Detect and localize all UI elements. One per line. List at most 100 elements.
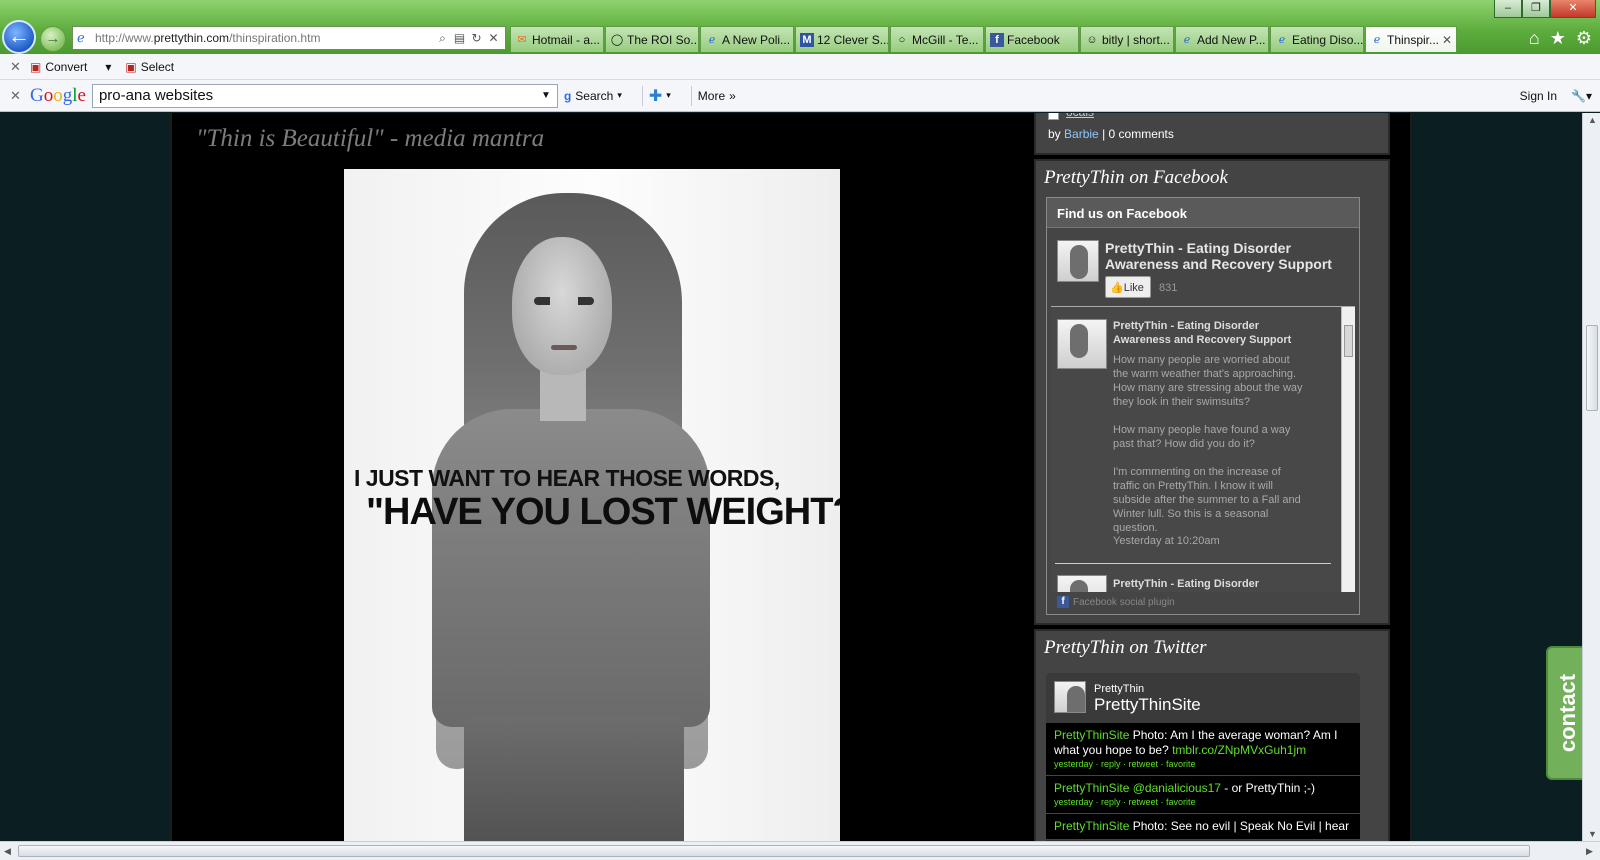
more-button[interactable]: More» (698, 89, 736, 103)
tab-label: Thinspir... (1387, 32, 1440, 47)
chevron-down-icon[interactable]: ▼ (541, 90, 551, 101)
hotmail-icon: ✉ (517, 33, 527, 46)
wrench-icon[interactable]: 🔧▾ (1571, 89, 1592, 103)
facebook-page-name[interactable]: PrettyThin - Eating Disorder Awareness a… (1105, 240, 1355, 272)
tab-1[interactable]: ◯ The ROI So... (605, 26, 699, 52)
facebook-like-box: Find us on Facebook PrettyThin - Eating … (1046, 197, 1360, 615)
tab-6[interactable]: ☺ bitly | short... (1080, 26, 1174, 52)
scroll-down-icon[interactable]: ▼ (1588, 829, 1597, 839)
image-quote-line: "HAVE YOU LOST WEIGHT?" (366, 491, 840, 533)
tweet-mention[interactable]: @danialicious17 (1133, 781, 1221, 795)
scrollbar-thumb[interactable] (18, 845, 1530, 857)
tweet-actions[interactable]: yesterday · reply · retweet · favorite (1054, 796, 1352, 808)
tab-7[interactable]: ℯ Add New P... (1175, 26, 1269, 52)
find-us-header[interactable]: Find us on Facebook (1047, 198, 1359, 228)
ie-icon: ℯ (708, 33, 716, 46)
gear-icon[interactable]: ⚙ (1576, 28, 1592, 49)
address-url[interactable]: http://www.prettythin.com/thinspiration.… (95, 31, 433, 45)
tab-2[interactable]: ℯ A New Poli... (700, 26, 794, 52)
search-dropdown-icon[interactable]: ⌕ (435, 31, 450, 46)
close-window-button[interactable]: ✕ (1550, 0, 1596, 18)
home-icon[interactable]: ⌂ (1529, 28, 1540, 49)
post-link[interactable]: ocais (1066, 113, 1094, 119)
contact-tab[interactable]: contact (1546, 646, 1582, 780)
like-button[interactable]: 👍Like (1105, 276, 1151, 298)
post-author[interactable]: PrettyThin - Eating Disorder (1113, 577, 1313, 591)
author-link[interactable]: Barbie (1064, 127, 1099, 141)
double-chevron-icon: » (729, 88, 736, 103)
scrollbar-thumb[interactable] (1344, 325, 1353, 357)
tab-0[interactable]: ✉ Hotmail - a... (510, 26, 604, 52)
google-toolbar: ✕ Google pro-ana websites ▼ g Search ▾ ✚ ▾ … (0, 80, 1600, 112)
google-logo[interactable]: Google (30, 85, 86, 107)
m-icon: M (800, 32, 814, 47)
post-timestamp[interactable]: Yesterday at 10:20am (1113, 535, 1220, 547)
tab-8[interactable]: ℯ Eating Diso... (1270, 26, 1364, 52)
post-author[interactable]: PrettyThin - Eating Disorder Awareness a… (1113, 319, 1313, 347)
tab-strip: ✉ Hotmail - a... ◯ The ROI So... ℯ A New Poli… (510, 26, 1458, 52)
share-button[interactable]: ✚ ▾ (649, 86, 671, 106)
thumbs-up-icon: 👍 (1110, 282, 1124, 294)
sign-in-button[interactable]: Sign In (1520, 89, 1557, 103)
scroll-up-icon[interactable]: ▲ (1588, 115, 1597, 125)
comments-link[interactable]: 0 comments (1109, 127, 1174, 141)
google-search-input[interactable]: pro-ana websites ▼ (91, 83, 558, 108)
address-bar[interactable]: ℯ http://www.prettythin.com/thinspiratio… (72, 26, 506, 50)
facebook-feed[interactable]: PrettyThin - Eating Disorder Awareness a… (1051, 306, 1355, 592)
globe-icon: ◯ (610, 33, 624, 46)
tab-label: 12 Clever S... (817, 32, 889, 47)
convert-button[interactable]: ▣ Convert ▾ (30, 60, 111, 74)
tweet-user[interactable]: PrettyThinSite (1054, 819, 1129, 833)
figure-face (512, 237, 612, 375)
figure-mouth (551, 345, 577, 350)
twitter-name[interactable]: PrettyThin (1094, 683, 1144, 695)
page-avatar[interactable] (1057, 240, 1099, 282)
tweet-link[interactable]: tmblr.co/ZNpMVxGuh1jm (1172, 743, 1306, 757)
chevron-down-icon[interactable]: ▾ (105, 60, 111, 74)
twitter-widget: PrettyThin on Twitter PrettyThin PrettyT… (1034, 629, 1390, 841)
close-tab-icon[interactable]: ✕ (1442, 33, 1452, 47)
horizontal-scrollbar[interactable]: ◀ ▶ (0, 841, 1600, 860)
tab-label: McGill - Te... (912, 32, 979, 47)
tab-3[interactable]: M 12 Clever S... (795, 26, 889, 52)
close-toolbar-icon[interactable]: ✕ (10, 59, 30, 75)
google-search-icon: g (563, 88, 572, 103)
sidebar: ocais by Barbie | 0 comments PrettyThin … (1034, 113, 1390, 841)
stop-icon[interactable]: ✕ (486, 31, 501, 45)
compatibility-view-icon[interactable]: ▤ (452, 31, 467, 45)
refresh-icon[interactable]: ↻ (469, 31, 484, 45)
figure-jeans (464, 717, 684, 841)
post-avatar[interactable] (1057, 575, 1107, 592)
scroll-left-icon[interactable]: ◀ (4, 846, 11, 857)
twitter-handle[interactable]: PrettyThinSite (1094, 695, 1201, 715)
tweet: PrettyThinSite Photo: Am I the average w… (1046, 723, 1360, 776)
vertical-scrollbar[interactable]: ▲ ▼ (1582, 113, 1600, 841)
feed-divider (1055, 563, 1331, 564)
tab-label: Facebook (1007, 32, 1060, 47)
twitter-avatar[interactable] (1054, 681, 1086, 713)
restore-button[interactable]: ❐ (1522, 0, 1550, 18)
select-button[interactable]: ▣ Select (125, 60, 174, 74)
tweet-user[interactable]: PrettyThinSite (1054, 728, 1129, 742)
checkbox-icon[interactable] (1048, 113, 1059, 120)
favorites-star-icon[interactable]: ★ (1550, 28, 1566, 49)
tab-label: Eating Diso... (1292, 32, 1364, 47)
minimize-button[interactable]: ‒ (1494, 0, 1522, 18)
back-button[interactable]: ← (2, 20, 36, 54)
tab-4[interactable]: ○ McGill - Te... (890, 26, 984, 52)
tab-5[interactable]: f Facebook (985, 26, 1079, 52)
twitter-widget-title: PrettyThin on Twitter (1044, 637, 1207, 658)
scroll-right-icon[interactable]: ▶ (1586, 846, 1593, 857)
feed-scrollbar[interactable] (1341, 307, 1355, 592)
scrollbar-thumb[interactable] (1586, 325, 1598, 411)
forward-button[interactable]: → (40, 26, 66, 52)
tweet-user[interactable]: PrettyThinSite (1054, 781, 1129, 795)
post-avatar[interactable] (1057, 319, 1107, 369)
tab-9[interactable]: ℯ Thinspir... ✕ (1365, 26, 1457, 52)
tweet-actions[interactable]: yesterday · reply · retweet · favorite (1054, 758, 1352, 770)
close-toolbar-icon[interactable]: ✕ (10, 88, 30, 104)
chevron-down-icon: ▾ (617, 90, 622, 100)
google-search-button[interactable]: g Search ▾ (564, 89, 622, 103)
pdf-convert-icon: ▣ (30, 59, 42, 74)
figure-eyes (534, 297, 594, 305)
